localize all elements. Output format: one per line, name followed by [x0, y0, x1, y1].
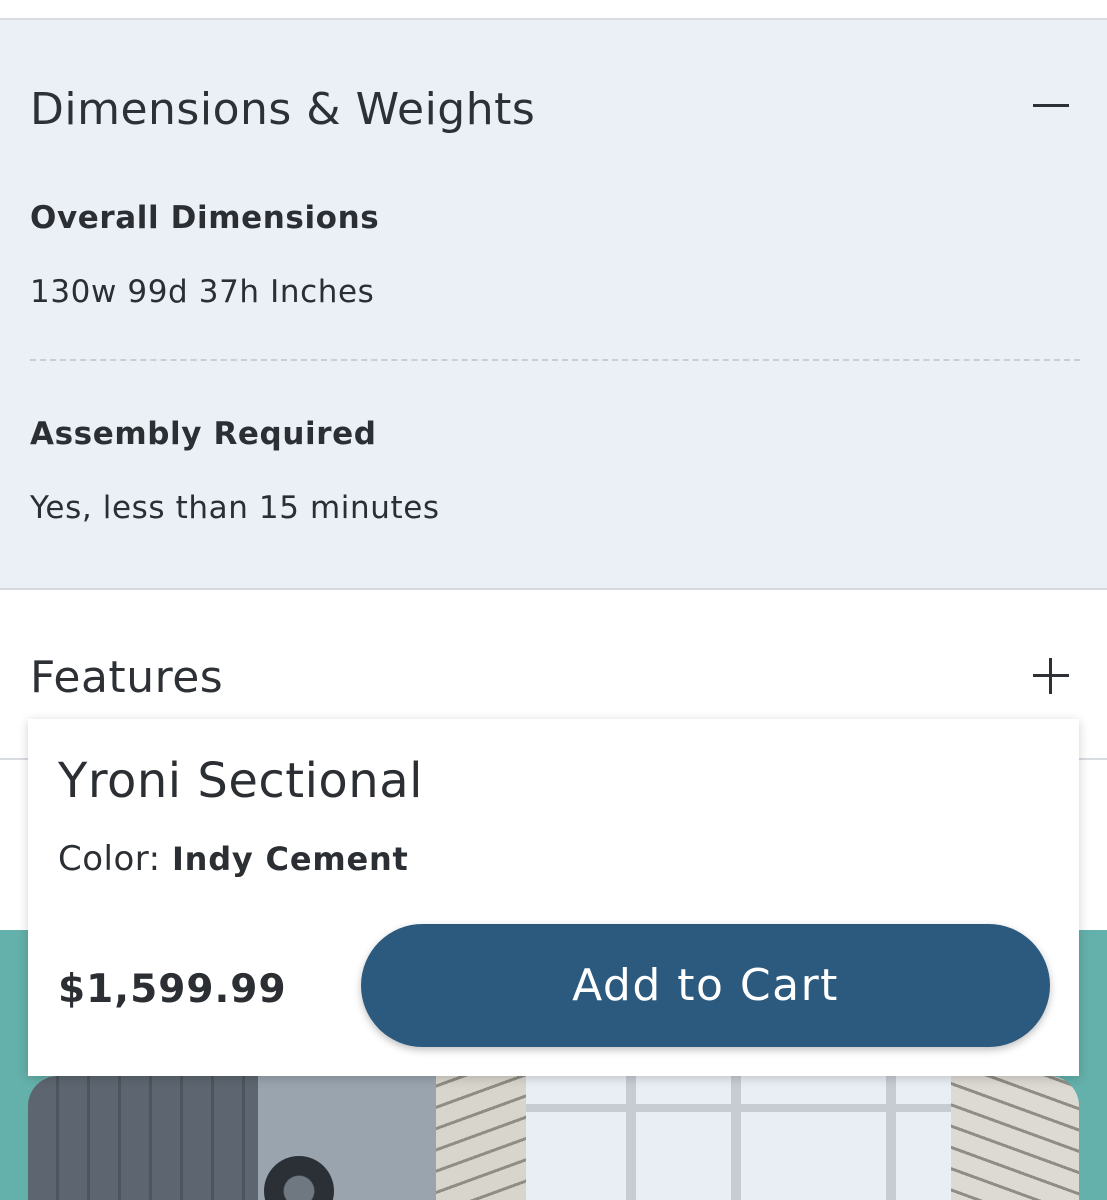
color-row: Color: Indy Cement	[58, 839, 409, 879]
price: $1,599.99	[58, 967, 287, 1012]
overall-dimensions-value: 130w 99d 37h Inches	[30, 274, 375, 310]
dimensions-accordion-title[interactable]: Dimensions & Weights	[30, 84, 535, 135]
product-detail-page: Dimensions & Weights Overall Dimensions …	[0, 0, 1107, 1200]
overall-dimensions-label: Overall Dimensions	[30, 200, 380, 236]
color-label: Color:	[58, 839, 172, 879]
add-to-cart-button[interactable]: Add to Cart	[361, 924, 1050, 1047]
top-strip	[0, 0, 1107, 20]
plus-icon[interactable]	[1031, 656, 1071, 696]
features-accordion-title[interactable]: Features	[30, 652, 223, 703]
sticky-add-to-cart-bar: Yroni Sectional Color: Indy Cement $1,59…	[28, 719, 1079, 1076]
spec-divider	[30, 359, 1080, 361]
product-name: Yroni Sectional	[58, 753, 423, 809]
window	[526, 1076, 951, 1200]
minus-icon[interactable]	[1031, 86, 1071, 126]
mirror-decor	[264, 1156, 334, 1200]
color-value: Indy Cement	[171, 840, 409, 878]
assembly-required-label: Assembly Required	[30, 416, 377, 452]
dimensions-accordion: Dimensions & Weights Overall Dimensions …	[0, 20, 1107, 590]
room-photo	[28, 1076, 1079, 1200]
assembly-required-value: Yes, less than 15 minutes	[30, 490, 440, 526]
